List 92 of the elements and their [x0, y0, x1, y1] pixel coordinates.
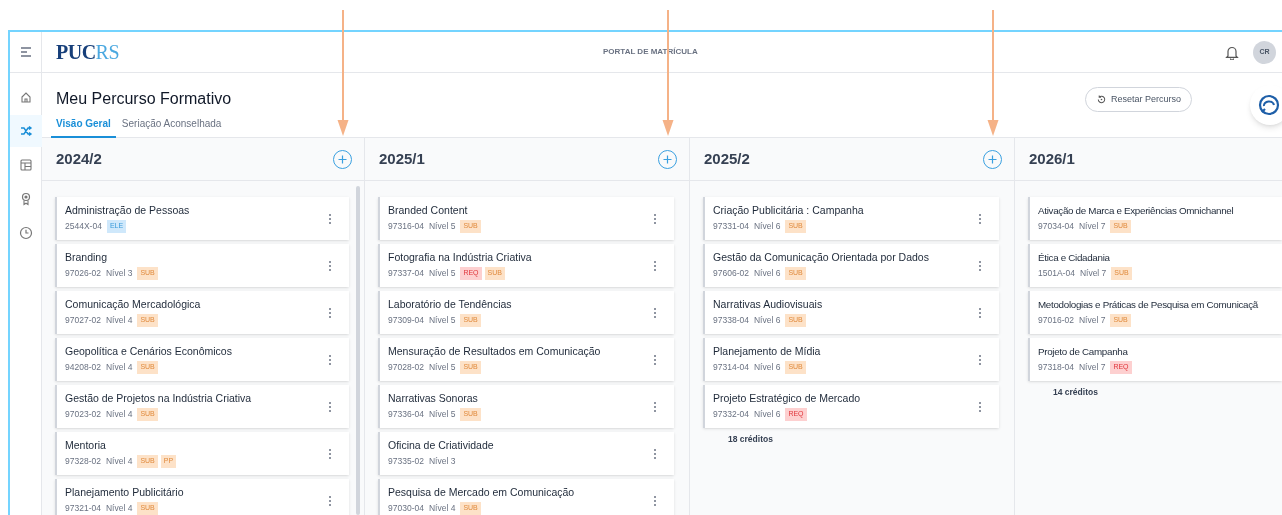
term-title: 2025/2 [704, 148, 750, 169]
course-code: 97338-04 [713, 314, 749, 327]
term-title: 2024/2 [56, 148, 102, 169]
course-level: Nível 6 [753, 314, 781, 327]
course-level: Nível 7 [1078, 361, 1106, 374]
course-code: 97023-02 [65, 408, 101, 421]
clock-icon [18, 226, 33, 240]
plus-icon [988, 154, 997, 164]
course-code: 97328-02 [65, 455, 101, 468]
course-code: 97028-02 [388, 361, 424, 374]
page-title: Meu Percurso Formativo [56, 89, 232, 109]
course-name: Comunicação Mercadológica [65, 298, 201, 312]
course-level: Nível 6 [753, 408, 781, 421]
pucrs-logo: PUCRS [56, 40, 120, 65]
course-code: 1501A-04 [1038, 267, 1075, 280]
course-name: Mentoria [65, 439, 106, 453]
course-name: Metodologias e Práticas de Pesquisa em Comunicaçã [1038, 298, 1258, 312]
course-level: Nível 6 [753, 220, 781, 233]
course-level: Nível 5 [428, 267, 456, 280]
course-level: Nível 5 [428, 361, 456, 374]
course-name: Criação Publicitária : Campanha [713, 204, 864, 218]
course-code: 97332-04 [713, 408, 749, 421]
course-code: 97030-04 [388, 502, 424, 515]
course-name: Projeto de Campanha [1038, 345, 1128, 359]
credits-total: 18 créditos [727, 433, 774, 446]
course-code: 97309-04 [388, 314, 424, 327]
course-level: Nível 4 [105, 502, 133, 515]
course-name: Branded Content [388, 204, 468, 218]
shuffle-icon [18, 124, 33, 138]
course-name: Narrativas Sonoras [388, 392, 478, 406]
term-title: 2026/1 [1029, 148, 1075, 169]
course-code: 97337-04 [388, 267, 424, 280]
plus-icon [663, 154, 672, 164]
course-level: Nível 7 [1079, 267, 1107, 280]
course-name: Oficina de Criatividade [388, 439, 494, 453]
course-code: 97336-04 [388, 408, 424, 421]
table-icon [18, 158, 33, 172]
reset-icon [1096, 94, 1107, 105]
sidebar-item[interactable] [9, 115, 42, 147]
course-name: Projeto Estratégico de Mercado [713, 392, 861, 406]
course-code: 97034-04 [1038, 220, 1074, 233]
course-level: Nível 6 [753, 267, 781, 280]
course-name: Planejamento Publicitário [65, 486, 184, 500]
course-level: Nível 5 [428, 314, 456, 327]
course-name: Ativação de Marca e Experiências Omnichannel [1038, 204, 1234, 218]
course-level: Nível 6 [753, 361, 781, 374]
course-name: Mensuração de Resultados em Comunicação [388, 345, 601, 359]
course-level: Nível 7 [1078, 314, 1106, 327]
course-code: 94208-02 [65, 361, 101, 374]
course-code: 2544X-04 [65, 220, 102, 233]
course-name: Gestão de Projetos na Indústria Criativa [65, 392, 252, 406]
course-level: Nível 5 [428, 408, 456, 421]
course-code: 97331-04 [713, 220, 749, 233]
course-level: Nível 4 [105, 361, 133, 374]
course-code: 97316-04 [388, 220, 424, 233]
scrollbar[interactable] [356, 186, 360, 515]
course-name: Planejamento de Mídia [713, 345, 821, 359]
course-code: 97335-02 [388, 455, 424, 468]
course-name: Geopolítica e Cenários Econômicos [65, 345, 232, 359]
course-level: Nível 4 [428, 502, 456, 515]
course-code: 97027-02 [65, 314, 101, 327]
notification-bell-icon[interactable] [1225, 44, 1239, 60]
chat-bubble-icon [1258, 94, 1280, 116]
course-name: Fotografia na Indústria Criativa [388, 251, 532, 265]
plus-icon [338, 154, 347, 164]
course-name: Ética e Cidadania [1038, 251, 1110, 265]
course-level: Nível 4 [105, 408, 133, 421]
course-code: 97016-02 [1038, 314, 1074, 327]
menu-icon[interactable] [19, 47, 32, 57]
course-code: 97314-04 [713, 361, 749, 374]
course-name: Narrativas Audiovisuais [713, 298, 823, 312]
course-code: 97321-04 [65, 502, 101, 515]
course-name: Administração de Pessoas [65, 204, 190, 218]
tab[interactable]: Seriação Aconselhada [116, 116, 227, 138]
course-level: Nível 3 [105, 267, 133, 280]
course-name: Branding [65, 251, 108, 265]
course-name: Gestão da Comunicação Orientada por Dados [713, 251, 929, 265]
chat-assistant-button[interactable] [1250, 85, 1282, 125]
course-code: 97606-02 [713, 267, 749, 280]
course-level: Nível 4 [105, 455, 133, 468]
course-level: Nível 7 [1078, 220, 1106, 233]
course-card[interactable]: Oficina de Criatividade 97335-02 Nível 3 [378, 432, 674, 475]
credits-total: 14 créditos [1052, 386, 1099, 399]
course-level: Nível 3 [428, 455, 456, 468]
course-name: Pesquisa de Mercado em Comunicação [388, 486, 575, 500]
term-title: 2025/1 [379, 148, 425, 169]
course-level: Nível 4 [105, 314, 133, 327]
course-name: Laboratório de Tendências [388, 298, 512, 312]
course-code: 97026-02 [65, 267, 101, 280]
home-icon [18, 90, 33, 104]
course-level: Nível 5 [428, 220, 456, 233]
course-code: 97318-04 [1038, 361, 1074, 374]
